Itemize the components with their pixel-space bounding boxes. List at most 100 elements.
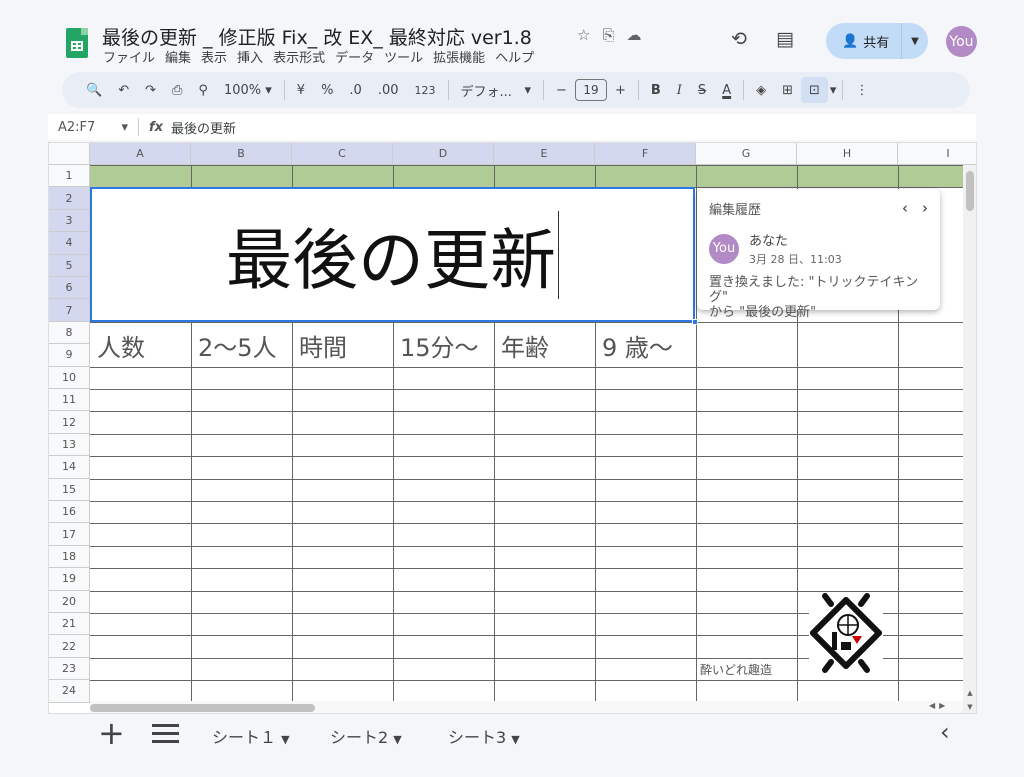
sheet-tab-3[interactable]: シート3 ▼	[448, 724, 520, 748]
share-dropdown-icon[interactable]: ▼	[902, 36, 928, 47]
merge-dropdown-icon[interactable]: ▾	[828, 83, 839, 98]
row-header-8[interactable]: 8	[49, 321, 90, 345]
chevron-left-icon[interactable]: ‹	[902, 199, 908, 218]
column-header-i[interactable]: I	[898, 143, 976, 165]
strikethrough-button[interactable]: S	[690, 83, 714, 98]
share-button[interactable]: 👤 共有 ▼	[826, 23, 928, 59]
sheet-tab-2[interactable]: シート2 ▼	[330, 724, 402, 748]
cell-c8[interactable]: 時間	[292, 323, 347, 367]
column-header-c[interactable]: C	[292, 143, 393, 165]
cell-f8[interactable]: 9 歳～	[595, 323, 673, 367]
brand-name-cell[interactable]: 酔いどれ趣造	[700, 661, 772, 678]
name-box[interactable]: A2:F7 ▾	[48, 120, 138, 135]
row-header-7[interactable]: 7	[49, 299, 90, 322]
all-sheets-menu-icon[interactable]	[152, 724, 179, 744]
column-header-g[interactable]: G	[696, 143, 797, 165]
menu-format[interactable]: 表示形式	[273, 47, 325, 66]
account-avatar[interactable]: You	[946, 26, 977, 57]
row-header-21[interactable]: 21	[49, 613, 90, 636]
row-header-10[interactable]: 10	[49, 366, 90, 389]
scroll-left-icon[interactable]: ◀	[929, 701, 935, 710]
sheet-tab-1[interactable]: シート１ ▼	[212, 724, 290, 748]
vertical-scrollbar[interactable]: ▲ ▼	[963, 165, 976, 713]
search-icon[interactable]: 🔍	[78, 83, 110, 98]
cell-b8[interactable]: 2～5人	[191, 323, 277, 367]
row-header-13[interactable]: 13	[49, 433, 90, 457]
row-header-23[interactable]: 23	[49, 657, 90, 681]
menu-insert[interactable]: 挿入	[237, 47, 263, 66]
menu-help[interactable]: ヘルプ	[495, 47, 534, 66]
font-size-input[interactable]: 19	[574, 79, 607, 101]
cloud-status-icon[interactable]: ☁	[626, 26, 641, 44]
row-header-24[interactable]: 24	[49, 680, 90, 703]
scroll-up-icon[interactable]: ▲	[964, 687, 976, 699]
row-header-19[interactable]: 19	[49, 568, 90, 591]
more-options-icon[interactable]: ⋮	[847, 83, 876, 98]
select-all-corner[interactable]	[49, 143, 90, 165]
menu-file[interactable]: ファイル	[103, 47, 155, 66]
brand-logo-image[interactable]	[805, 592, 887, 674]
italic-button[interactable]: I	[669, 83, 690, 98]
font-select[interactable]: デフォ... ▾	[453, 81, 540, 100]
row-header-9[interactable]: 9	[49, 344, 90, 367]
number-format-button[interactable]: 123	[407, 84, 444, 97]
row-header-22[interactable]: 22	[49, 635, 90, 658]
scroll-right-icon[interactable]: ▶	[939, 701, 945, 710]
row-header-12[interactable]: 12	[49, 411, 90, 434]
cell-e8[interactable]: 年齢	[494, 323, 549, 367]
row-header-14[interactable]: 14	[49, 456, 90, 479]
version-history-icon[interactable]: ⟲	[731, 28, 747, 50]
column-header-h[interactable]: H	[797, 143, 898, 165]
chevron-right-icon[interactable]: ›	[922, 199, 928, 218]
row-header-6[interactable]: 6	[49, 277, 90, 300]
paint-format-icon[interactable]: ⚲	[190, 83, 216, 98]
column-header-e[interactable]: E	[494, 143, 595, 165]
merge-cells-icon[interactable]: ⊡	[801, 77, 828, 103]
add-sheet-button[interactable]: +	[98, 717, 125, 749]
menu-edit[interactable]: 編集	[165, 47, 191, 66]
row-header-3[interactable]: 3	[49, 209, 90, 233]
formula-input[interactable]: 最後の更新	[171, 118, 236, 137]
column-header-a[interactable]: A	[90, 143, 191, 165]
side-panel-toggle-icon[interactable]: ‹	[940, 718, 950, 746]
cell-d8[interactable]: 15分～	[393, 323, 479, 367]
row-header-4[interactable]: 4	[49, 232, 90, 255]
document-title[interactable]: 最後の更新 _ 修正版 Fix_ 改 EX_ 最終対応 ver1.8	[102, 23, 532, 50]
bold-button[interactable]: B	[643, 83, 669, 98]
borders-icon[interactable]: ⊞	[774, 83, 801, 98]
star-icon[interactable]: ☆	[577, 26, 590, 44]
undo-icon[interactable]: ↶	[110, 83, 137, 98]
row-header-16[interactable]: 16	[49, 501, 90, 524]
move-folder-icon[interactable]: ⎘	[602, 26, 614, 44]
comments-icon[interactable]: ▤	[776, 28, 794, 50]
selection-handle[interactable]	[692, 319, 698, 325]
redo-icon[interactable]: ↷	[137, 83, 164, 98]
menu-extensions[interactable]: 拡張機能	[433, 47, 485, 66]
spreadsheet-grid[interactable]: ABCDEFGHI 1 2 3 4 5 6 7 8 9 10 11 12 13 14 15 16 17 18 19 2…	[48, 142, 977, 714]
percent-button[interactable]: %	[313, 83, 341, 98]
row-header-18[interactable]: 18	[49, 545, 90, 569]
row-header-2[interactable]: 2	[49, 187, 90, 210]
menu-view[interactable]: 表示	[201, 47, 227, 66]
print-icon[interactable]: ⎙	[164, 83, 190, 98]
horizontal-scrollbar[interactable]	[90, 701, 963, 713]
scroll-down-icon[interactable]: ▼	[964, 701, 976, 713]
row-header-15[interactable]: 15	[49, 478, 90, 501]
merged-cell-a2-f7[interactable]: 最後の更新	[90, 187, 695, 322]
column-header-b[interactable]: B	[191, 143, 292, 165]
increase-decimal-button[interactable]: .00	[370, 83, 407, 98]
decrease-decimal-button[interactable]: .0	[341, 83, 369, 98]
zoom-select[interactable]: 100% ▾	[216, 83, 280, 98]
horizontal-scroll-thumb[interactable]	[90, 704, 315, 712]
menu-tools[interactable]: ツール	[384, 47, 423, 66]
cell-a8[interactable]: 人数	[90, 323, 145, 367]
sheets-logo-icon[interactable]	[66, 28, 88, 58]
column-header-f[interactable]: F	[595, 143, 696, 165]
fill-color-icon[interactable]: ◈	[748, 83, 774, 98]
currency-button[interactable]: ¥	[289, 83, 313, 98]
vertical-scroll-thumb[interactable]	[966, 171, 974, 211]
menu-data[interactable]: データ	[335, 47, 374, 66]
row-header-17[interactable]: 17	[49, 523, 90, 546]
row-header-5[interactable]: 5	[49, 254, 90, 277]
row-header-1[interactable]: 1	[49, 165, 90, 188]
